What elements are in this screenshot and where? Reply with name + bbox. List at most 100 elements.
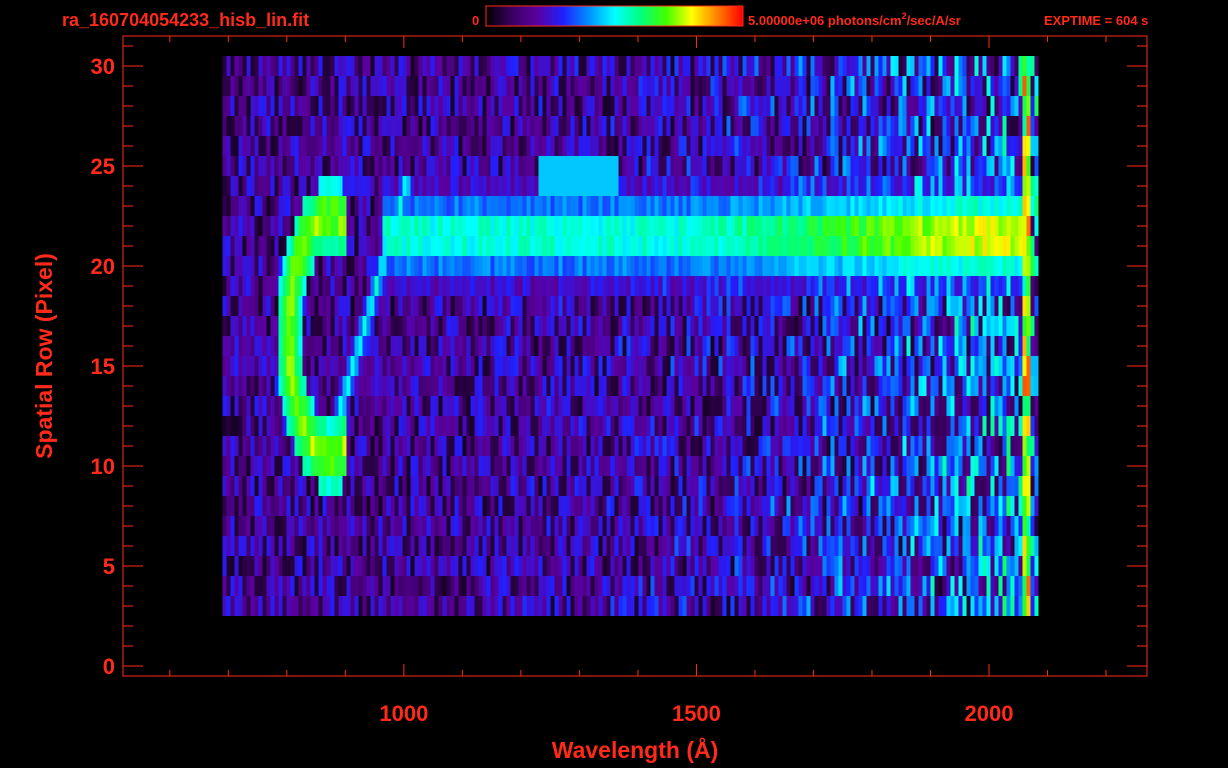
heatmap-cell	[910, 416, 915, 436]
heatmap-cell	[446, 536, 451, 556]
heatmap-cell	[342, 356, 347, 376]
heatmap-cell	[406, 176, 411, 196]
heatmap-cell	[714, 356, 719, 376]
heatmap-cell	[502, 436, 507, 456]
heatmap-cell	[258, 376, 263, 396]
heatmap-cell	[390, 556, 395, 576]
heatmap-cell	[998, 556, 1003, 576]
heatmap-cell	[502, 536, 507, 556]
heatmap-cell	[834, 356, 839, 376]
heatmap-cell	[762, 376, 767, 396]
heatmap-cell	[274, 376, 279, 396]
heatmap-cell	[414, 496, 419, 516]
heatmap-cell	[930, 436, 935, 456]
heatmap-cell	[358, 536, 363, 556]
heatmap-cell	[470, 416, 475, 436]
heatmap-cell	[226, 276, 231, 296]
heatmap-cell	[354, 476, 359, 496]
heatmap-cell	[994, 476, 999, 496]
heatmap-cell	[682, 136, 687, 156]
heatmap-cell	[734, 236, 739, 256]
heatmap-cell	[402, 596, 407, 616]
heatmap-cell	[430, 536, 435, 556]
heatmap-cell	[646, 436, 651, 456]
heatmap-cell	[874, 356, 879, 376]
heatmap-cell	[226, 536, 231, 556]
heatmap-cell	[858, 576, 863, 596]
heatmap-cell	[950, 216, 955, 236]
heatmap-cell	[322, 316, 327, 336]
heatmap-cell	[230, 436, 235, 456]
heatmap-cell	[226, 596, 231, 616]
heatmap-cell	[814, 156, 819, 176]
heatmap-cell	[250, 396, 255, 416]
heatmap-cell	[646, 456, 651, 476]
heatmap-cell	[998, 456, 1003, 476]
heatmap-cell	[518, 176, 523, 196]
heatmap-cell	[510, 416, 515, 436]
heatmap-cell	[946, 576, 951, 596]
heatmap-cell	[402, 356, 407, 376]
heatmap-cell	[922, 256, 927, 276]
heatmap-cell	[334, 196, 339, 216]
heatmap-cell	[986, 516, 991, 536]
heatmap-cell	[430, 216, 435, 236]
heatmap-cell	[646, 156, 651, 176]
heatmap-cell	[1018, 316, 1023, 336]
heatmap-cell	[938, 176, 943, 196]
heatmap-cell	[370, 396, 375, 416]
heatmap-cell	[786, 576, 791, 596]
heatmap-cell	[550, 516, 555, 536]
heatmap-cell	[406, 476, 411, 496]
heatmap-cell	[738, 396, 743, 416]
heatmap-cell	[798, 176, 803, 196]
heatmap-cell	[490, 216, 495, 236]
heatmap-cell	[330, 316, 335, 336]
heatmap-cell	[710, 336, 715, 356]
heatmap-cell	[630, 196, 635, 216]
heatmap-cell	[994, 216, 999, 236]
heatmap-cell	[922, 216, 927, 236]
heatmap-cell	[1034, 596, 1039, 616]
heatmap-cell	[754, 516, 759, 536]
heatmap-cell	[334, 576, 339, 596]
heatmap-cell	[322, 296, 327, 316]
heatmap-cell	[686, 416, 691, 436]
heatmap-cell	[1026, 316, 1031, 336]
heatmap-cell	[310, 416, 315, 436]
heatmap-cell	[522, 536, 527, 556]
heatmap-cell	[350, 156, 355, 176]
heatmap-cell	[750, 176, 755, 196]
heatmap-cell	[998, 136, 1003, 156]
heatmap-cell	[994, 356, 999, 376]
heatmap-cell	[274, 196, 279, 216]
heatmap-cell	[666, 156, 671, 176]
heatmap-cell	[1014, 516, 1019, 536]
heatmap-cell	[422, 556, 427, 576]
heatmap-cell	[990, 256, 995, 276]
heatmap-cell	[346, 156, 351, 176]
heatmap-cell	[846, 456, 851, 476]
heatmap-cell	[558, 136, 563, 156]
heatmap-cell	[882, 276, 887, 296]
heatmap-cell	[762, 596, 767, 616]
heatmap-cell	[538, 436, 543, 456]
heatmap-cell	[970, 596, 975, 616]
heatmap-cell	[714, 456, 719, 476]
heatmap-cell	[866, 336, 871, 356]
heatmap-cell	[234, 576, 239, 596]
heatmap-cell	[850, 416, 855, 436]
heatmap-cell	[654, 496, 659, 516]
heatmap-cell	[322, 396, 327, 416]
heatmap-cell	[910, 376, 915, 396]
heatmap-cell	[618, 516, 623, 536]
heatmap-cell	[674, 576, 679, 596]
heatmap-cell	[710, 556, 715, 576]
heatmap-cell	[346, 576, 351, 596]
heatmap-cell	[406, 396, 411, 416]
heatmap-cell	[330, 456, 335, 476]
heatmap-cell	[598, 296, 603, 316]
heatmap-cell	[762, 136, 767, 156]
heatmap-cell	[598, 456, 603, 476]
heatmap-cell	[606, 416, 611, 436]
